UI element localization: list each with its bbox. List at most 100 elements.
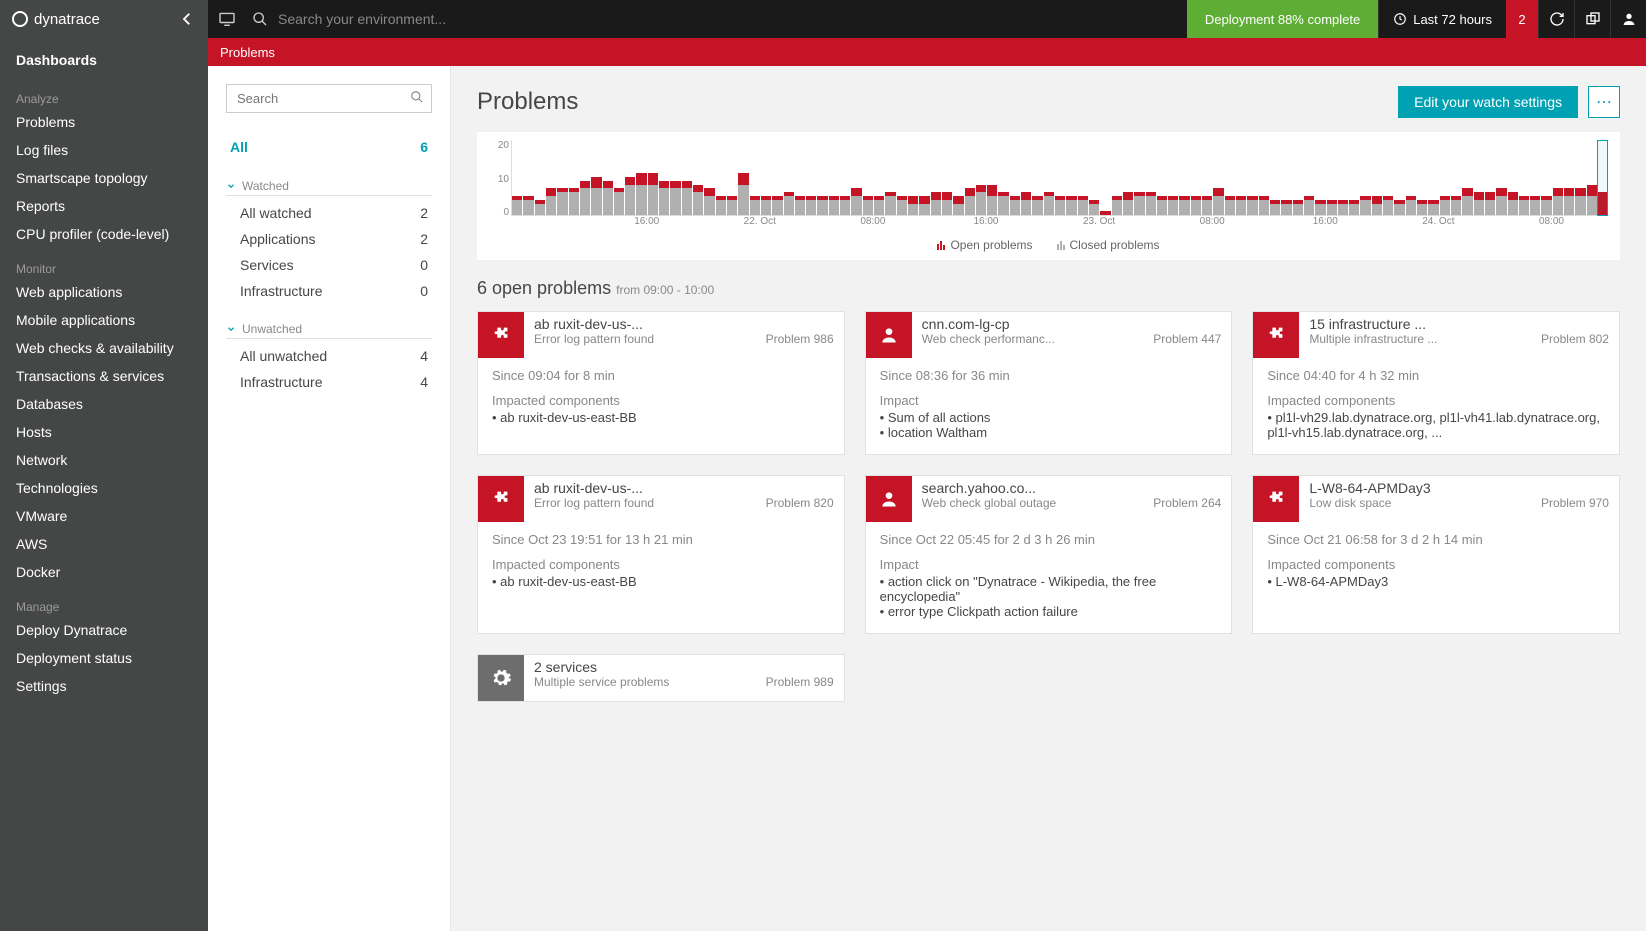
chart-bar[interactable] <box>727 196 737 215</box>
chart-bar[interactable] <box>1349 200 1359 215</box>
chart-bar[interactable] <box>806 196 816 215</box>
timeframe-selector[interactable]: Last 72 hours <box>1378 0 1506 38</box>
nav-item-problems[interactable]: Problems <box>0 108 208 136</box>
nav-item-technologies[interactable]: Technologies <box>0 474 208 502</box>
filter-item-infrastructure[interactable]: Infrastructure4 <box>226 369 432 395</box>
chart-bar[interactable] <box>1541 196 1551 215</box>
chart-bar[interactable] <box>874 196 884 215</box>
filter-item-applications[interactable]: Applications2 <box>226 226 432 252</box>
chart-bar[interactable] <box>1553 188 1563 215</box>
chart-bar[interactable] <box>1519 196 1529 215</box>
filter-search-input[interactable] <box>226 84 432 113</box>
chart-bar[interactable] <box>614 188 624 215</box>
nav-item-hosts[interactable]: Hosts <box>0 418 208 446</box>
chart-bar[interactable] <box>1179 196 1189 215</box>
chart-bar[interactable] <box>659 181 669 215</box>
chart-bar[interactable] <box>1327 200 1337 215</box>
chart-bar[interactable] <box>784 192 794 215</box>
chart-bar[interactable] <box>1338 200 1348 215</box>
chart-bar[interactable] <box>648 173 658 215</box>
collapse-sidebar-icon[interactable] <box>178 10 196 28</box>
chart-bar[interactable] <box>1225 196 1235 215</box>
chart-bar[interactable] <box>1575 188 1585 215</box>
chart-bar[interactable] <box>1202 196 1212 215</box>
chart-bar[interactable] <box>523 196 533 215</box>
chart-bar[interactable] <box>931 192 941 215</box>
chart-bar[interactable] <box>625 177 635 215</box>
chart-bar[interactable] <box>1134 192 1144 215</box>
chart-bar[interactable] <box>750 196 760 215</box>
nav-item-web-checks-availability[interactable]: Web checks & availability <box>0 334 208 362</box>
chart-bar[interactable] <box>1440 196 1450 215</box>
problem-card[interactable]: 15 infrastructure ...Multiple infrastruc… <box>1252 311 1620 455</box>
filter-all[interactable]: All 6 <box>226 133 432 161</box>
chart-bar[interactable] <box>976 185 986 215</box>
user-icon[interactable] <box>1610 0 1646 38</box>
chart-bar[interactable] <box>693 185 703 215</box>
chart-bar[interactable] <box>1032 196 1042 215</box>
chart-bar[interactable] <box>1372 196 1382 215</box>
filter-item-all-watched[interactable]: All watched2 <box>226 200 432 226</box>
chart-bar[interactable] <box>1247 196 1257 215</box>
nav-item-deploy-dynatrace[interactable]: Deploy Dynatrace <box>0 616 208 644</box>
chart-bar[interactable] <box>1123 192 1133 215</box>
chart-bar[interactable] <box>863 196 873 215</box>
filter-group-watched[interactable]: Watched <box>226 161 432 196</box>
chart-bar[interactable] <box>840 196 850 215</box>
chart-bar[interactable] <box>1485 192 1495 215</box>
filter-item-all-unwatched[interactable]: All unwatched4 <box>226 343 432 369</box>
chart-bar[interactable] <box>603 181 613 215</box>
chart-bar[interactable] <box>1213 188 1223 215</box>
chart-bar[interactable] <box>1010 196 1020 215</box>
chart-bar[interactable] <box>716 196 726 215</box>
chart-bar[interactable] <box>1191 196 1201 215</box>
chart-bar[interactable] <box>535 200 545 215</box>
chart-bar[interactable] <box>1315 200 1325 215</box>
chart-bar[interactable] <box>738 173 748 215</box>
chart-bar[interactable] <box>546 188 556 215</box>
chart-bar[interactable] <box>1417 200 1427 215</box>
edit-watch-settings-button[interactable]: Edit your watch settings <box>1398 86 1578 118</box>
problem-card[interactable]: ab ruxit-dev-us-...Error log pattern fou… <box>477 475 845 634</box>
chart-bar[interactable] <box>1293 200 1303 215</box>
chart-bar[interactable] <box>1451 196 1461 215</box>
chart-bar[interactable] <box>1112 196 1122 215</box>
chart-bar[interactable] <box>1100 211 1110 215</box>
chart-bar[interactable] <box>795 196 805 215</box>
nav-item-network[interactable]: Network <box>0 446 208 474</box>
nav-dashboards[interactable]: Dashboards <box>0 46 208 78</box>
chart-bar[interactable] <box>829 196 839 215</box>
chart-bar[interactable] <box>1281 200 1291 215</box>
filter-search-icon[interactable] <box>410 90 424 104</box>
nav-item-web-applications[interactable]: Web applications <box>0 278 208 306</box>
search-icon[interactable] <box>252 11 268 27</box>
chart-bar[interactable] <box>908 196 918 215</box>
chart-bar[interactable] <box>1157 196 1167 215</box>
chart-bar[interactable] <box>1078 196 1088 215</box>
nav-item-transactions-services[interactable]: Transactions & services <box>0 362 208 390</box>
chart-bar[interactable] <box>1462 188 1472 215</box>
alert-badge[interactable]: 2 <box>1506 0 1538 38</box>
chart-bar[interactable] <box>998 192 1008 215</box>
chart-bar[interactable] <box>965 188 975 215</box>
problem-card[interactable]: 2 servicesMultiple service problemsProbl… <box>477 654 845 702</box>
chart-bar[interactable] <box>1270 200 1280 215</box>
problem-card[interactable]: L-W8-64-APMDay3Low disk spaceProblem 970… <box>1252 475 1620 634</box>
nav-item-reports[interactable]: Reports <box>0 192 208 220</box>
refresh-icon[interactable] <box>1538 0 1574 38</box>
nav-item-docker[interactable]: Docker <box>0 558 208 586</box>
chart-bar[interactable] <box>1564 188 1574 215</box>
chart-bar[interactable] <box>636 173 646 215</box>
more-actions-button[interactable]: ⋯ <box>1588 86 1620 118</box>
chart-bar[interactable] <box>1428 200 1438 215</box>
chart-bar[interactable] <box>1406 196 1416 215</box>
chart-bar[interactable] <box>1508 192 1518 215</box>
chart-bar[interactable] <box>682 181 692 215</box>
chart-bar[interactable] <box>897 196 907 215</box>
chart-bar[interactable] <box>670 181 680 215</box>
chart-bar[interactable] <box>1474 192 1484 215</box>
chart-bar[interactable] <box>1259 196 1269 215</box>
problem-card[interactable]: ab ruxit-dev-us-...Error log pattern fou… <box>477 311 845 455</box>
chart-bar[interactable] <box>1168 196 1178 215</box>
chart-bar[interactable] <box>1044 192 1054 215</box>
